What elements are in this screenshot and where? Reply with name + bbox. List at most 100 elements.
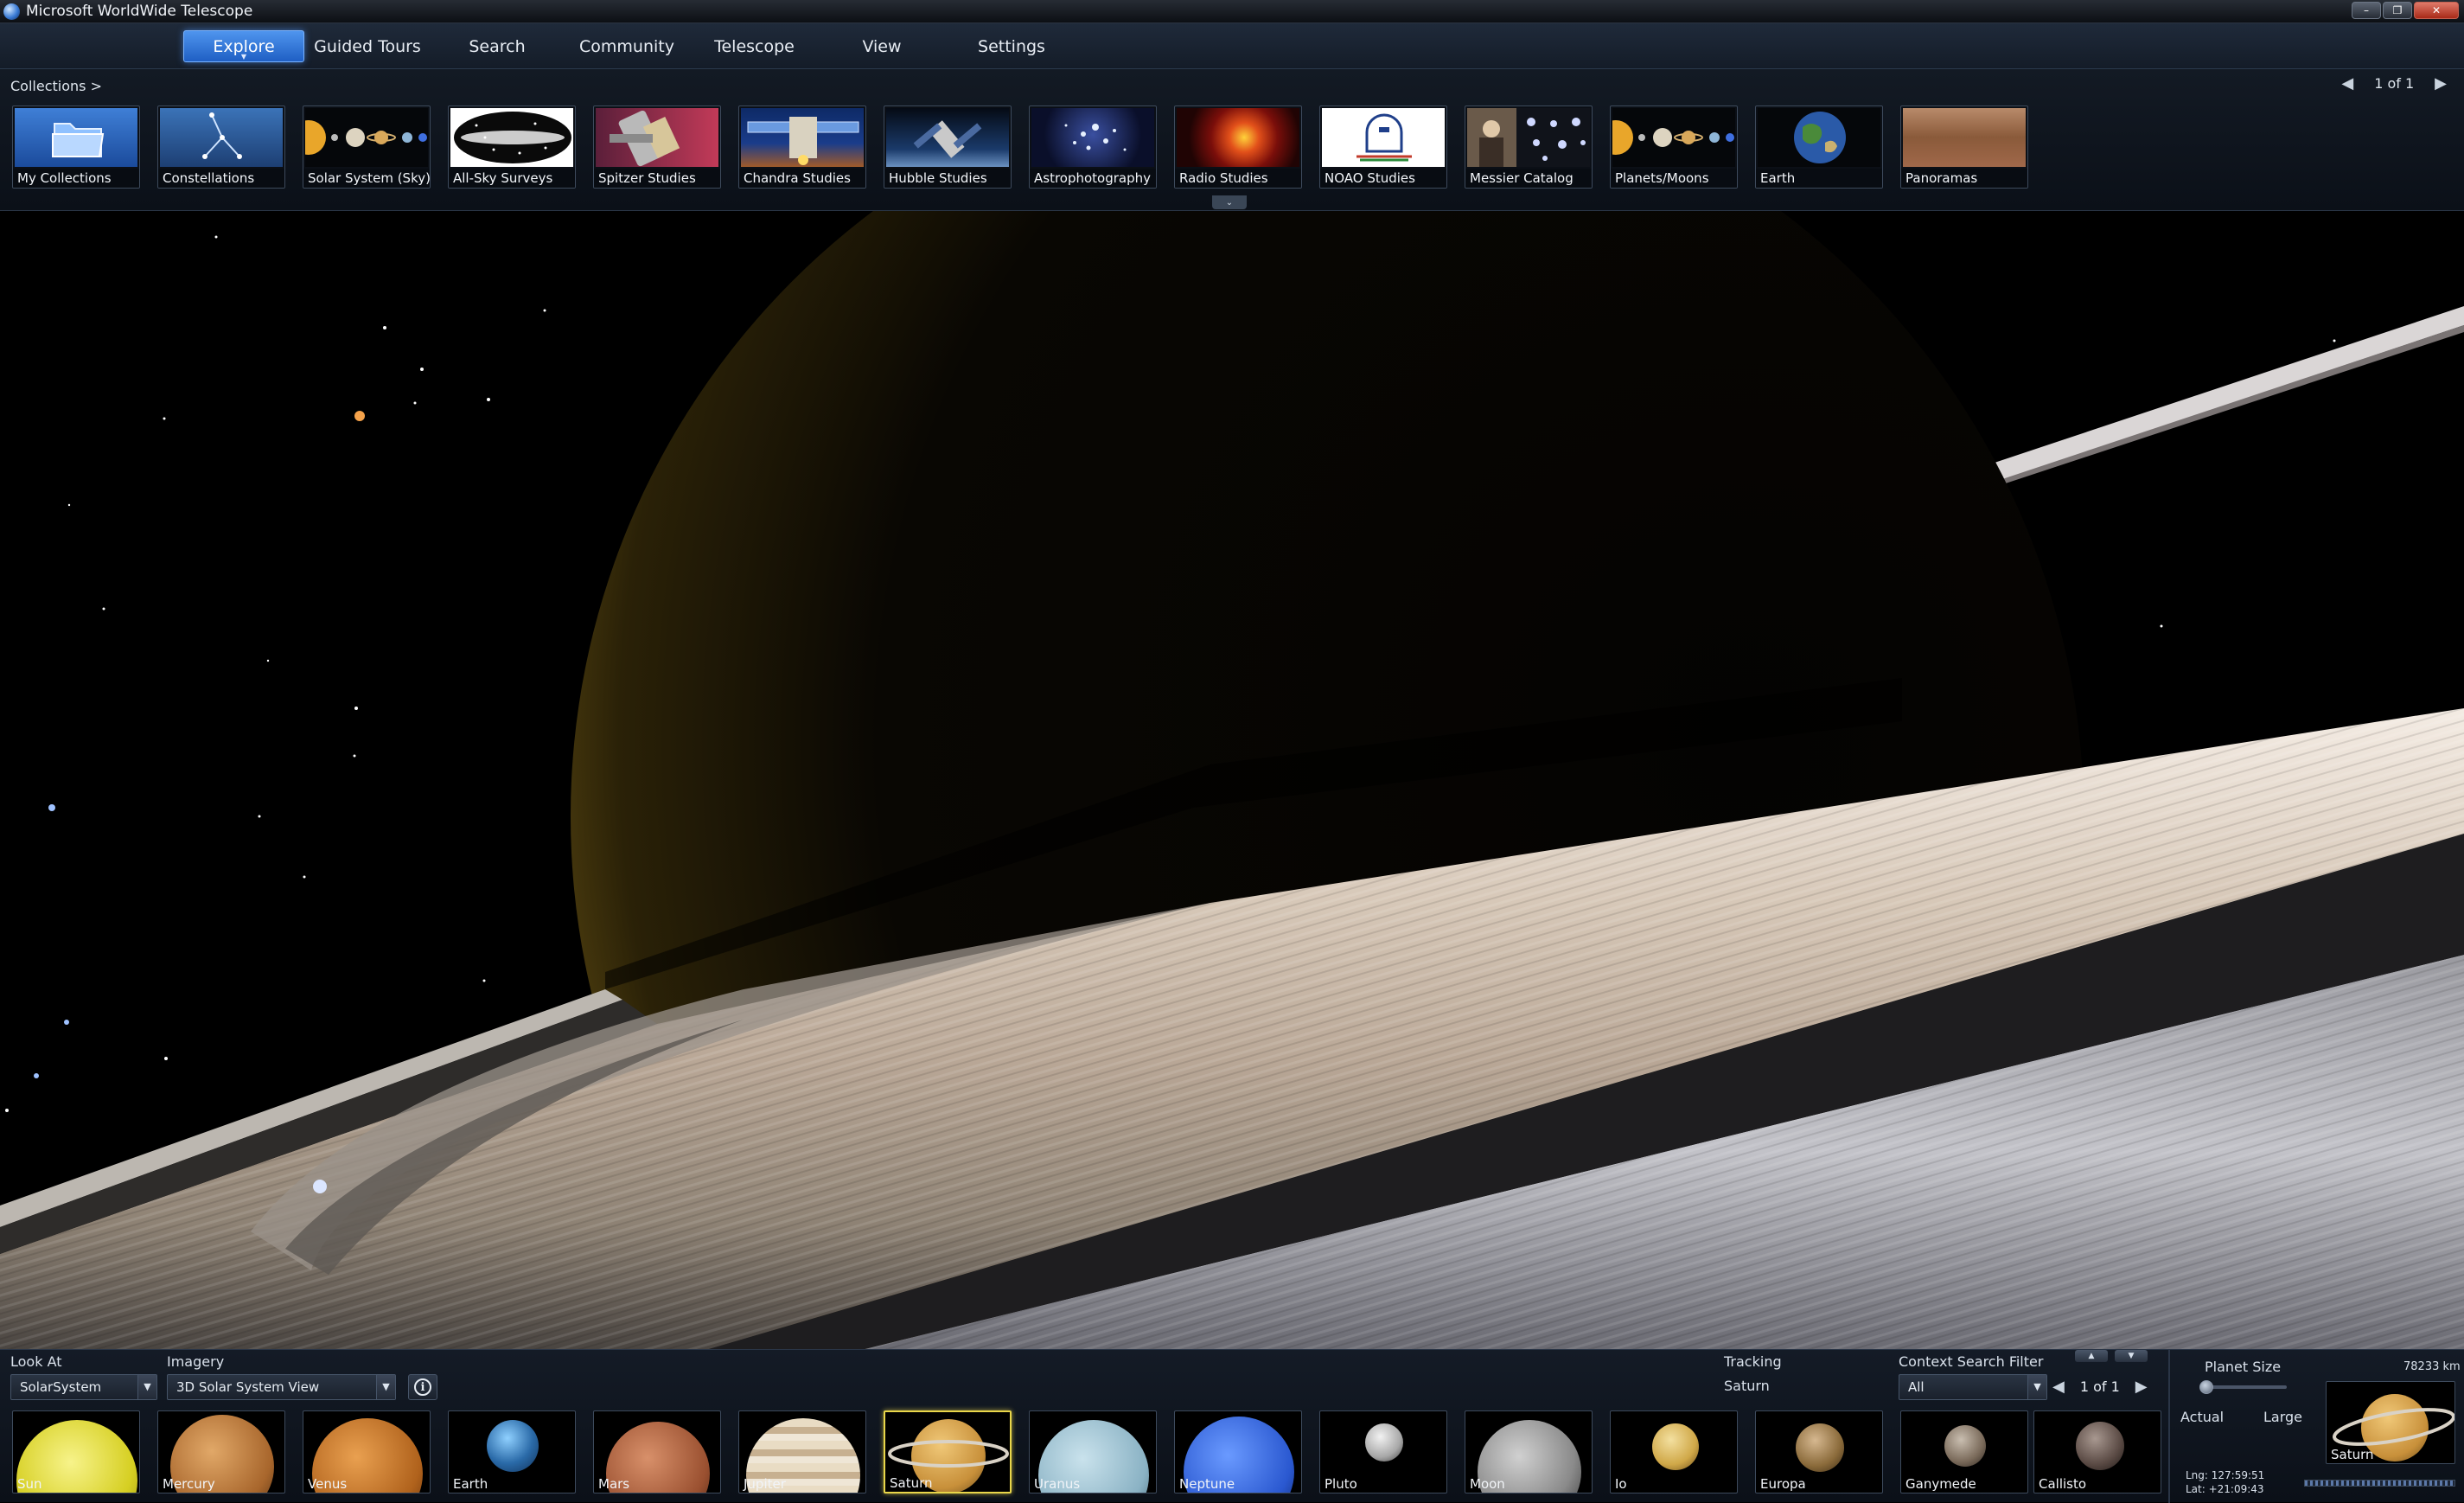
look-at-select[interactable]: SolarSystem ▼ bbox=[10, 1374, 157, 1400]
collection-all-sky-surveys[interactable]: All-Sky Surveys bbox=[448, 106, 576, 189]
ganymede-icon bbox=[1944, 1425, 1986, 1467]
collection-label: My Collections bbox=[13, 169, 139, 188]
next-page-icon[interactable]: ▶ bbox=[2135, 1378, 2148, 1396]
collection-messier-catalog[interactable]: Messier Catalog bbox=[1465, 106, 1593, 189]
messier-portrait-icon bbox=[1467, 108, 1590, 167]
noao-logo-icon bbox=[1322, 108, 1445, 167]
next-page-icon[interactable]: ▶ bbox=[2435, 74, 2447, 93]
title-bar: Microsoft WorldWide Telescope – ❐ ✕ bbox=[0, 0, 2464, 23]
planet-thumb-mars[interactable]: Mars bbox=[593, 1410, 721, 1493]
pluto-icon bbox=[1365, 1423, 1403, 1461]
tracking-value: Saturn bbox=[1724, 1378, 1770, 1394]
solar-system-icon bbox=[303, 108, 428, 167]
minimize-button[interactable]: – bbox=[2352, 2, 2381, 19]
planet-label: Mercury bbox=[163, 1476, 215, 1492]
collection-astrophotography[interactable]: Astrophotography bbox=[1029, 106, 1157, 189]
collection-label: Earth bbox=[1756, 169, 1882, 188]
planet-size-min-label: Actual bbox=[2180, 1409, 2225, 1425]
prev-page-icon[interactable]: ◀ bbox=[2052, 1378, 2065, 1396]
planet-label: Neptune bbox=[1179, 1476, 1235, 1492]
scroll-down-icon[interactable]: ▼ bbox=[2115, 1350, 2148, 1362]
planet-label: Moon bbox=[1470, 1476, 1505, 1492]
menu-telescope[interactable]: Telescope bbox=[700, 30, 808, 62]
planet-size-slider-thumb[interactable] bbox=[2199, 1380, 2213, 1394]
imagery-select[interactable]: 3D Solar System View ▼ bbox=[167, 1374, 396, 1400]
current-object-thumb[interactable]: Saturn bbox=[2326, 1381, 2455, 1464]
planet-thumb-mercury[interactable]: Mercury bbox=[157, 1410, 285, 1493]
wwt-logo-icon bbox=[3, 3, 20, 20]
planet-size-slider-track[interactable] bbox=[2200, 1385, 2287, 1389]
moon-dot bbox=[313, 1180, 327, 1193]
collection-earth[interactable]: Earth bbox=[1755, 106, 1883, 189]
window-controls: – ❐ ✕ bbox=[2352, 2, 2459, 19]
planet-thumb-neptune[interactable]: Neptune bbox=[1174, 1410, 1302, 1493]
menu-explore[interactable]: Explore ▼ bbox=[183, 30, 304, 62]
collection-radio-studies[interactable]: Radio Studies bbox=[1174, 106, 1302, 189]
planet-label: Ganymede bbox=[1905, 1476, 1976, 1492]
saturn-rendering bbox=[0, 211, 2464, 1349]
planet-thumb-europa[interactable]: Europa bbox=[1755, 1410, 1883, 1493]
info-button[interactable]: i bbox=[408, 1374, 437, 1400]
collection-panoramas[interactable]: Panoramas bbox=[1900, 106, 2028, 189]
imagery-label: Imagery bbox=[167, 1353, 225, 1370]
planet-thumb-moon[interactable]: Moon bbox=[1465, 1410, 1593, 1493]
context-page-indicator: 1 of 1 bbox=[2079, 1378, 2120, 1395]
planet-label: Saturn bbox=[890, 1475, 933, 1491]
menu-community[interactable]: Community bbox=[571, 30, 683, 62]
planet-label: Earth bbox=[453, 1476, 488, 1492]
planet-thumb-io[interactable]: Io bbox=[1610, 1410, 1738, 1493]
longitude-readout: Lng: 127:59:51 bbox=[2186, 1469, 2265, 1481]
collection-label: All-Sky Surveys bbox=[449, 169, 575, 188]
chevron-down-icon: ▼ bbox=[376, 1375, 395, 1399]
collection-label: Panoramas bbox=[1901, 169, 2027, 188]
planet-thumb-venus[interactable]: Venus bbox=[303, 1410, 431, 1493]
tracking-label: Tracking bbox=[1724, 1353, 1782, 1370]
collection-spitzer-studies[interactable]: Spitzer Studies bbox=[593, 106, 721, 189]
collection-my-collections[interactable]: My Collections bbox=[12, 106, 140, 189]
collection-hubble-studies[interactable]: Hubble Studies bbox=[884, 106, 1012, 189]
planet-label: Jupiter bbox=[744, 1476, 786, 1492]
collection-constellations[interactable]: Constellations bbox=[157, 106, 285, 189]
planet-thumb-earth[interactable]: Earth bbox=[448, 1410, 576, 1493]
breadcrumb[interactable]: Collections > bbox=[10, 78, 102, 94]
planet-label: Sun bbox=[17, 1476, 42, 1492]
menu-view[interactable]: View bbox=[847, 30, 916, 62]
collection-noao-studies[interactable]: NOAO Studies bbox=[1319, 106, 1447, 189]
menu-search[interactable]: Search bbox=[450, 30, 545, 62]
collection-label: Hubble Studies bbox=[884, 169, 1011, 188]
prev-page-icon[interactable]: ◀ bbox=[2341, 74, 2353, 93]
folder-icon bbox=[15, 108, 137, 167]
collection-label: Constellations bbox=[158, 169, 284, 188]
planet-thumb-ganymede[interactable]: Ganymede bbox=[1900, 1410, 2028, 1493]
restore-button[interactable]: ❐ bbox=[2383, 2, 2412, 19]
planet-thumb-callisto[interactable]: Callisto bbox=[2033, 1410, 2161, 1493]
collection-chandra-studies[interactable]: Chandra Studies bbox=[738, 106, 866, 189]
context-filter-label: Context Search Filter bbox=[1899, 1353, 2044, 1370]
radio-nebula-icon bbox=[1177, 108, 1299, 167]
menu-settings[interactable]: Settings bbox=[964, 30, 1059, 62]
planet-thumb-sun[interactable]: Sun bbox=[12, 1410, 140, 1493]
planet-label: Io bbox=[1615, 1476, 1627, 1492]
scroll-up-icon[interactable]: ▲ bbox=[2075, 1350, 2108, 1362]
planet-label: Venus bbox=[308, 1476, 348, 1492]
context-filter-select[interactable]: All ▼ bbox=[1899, 1374, 2047, 1400]
collection-planets-moons[interactable]: Planets/Moons bbox=[1610, 106, 1738, 189]
hubble-telescope-icon bbox=[886, 108, 1009, 167]
collection-label: Radio Studies bbox=[1175, 169, 1301, 188]
imagery-value: 3D Solar System View bbox=[176, 1379, 320, 1395]
planet-thumb-jupiter[interactable]: Jupiter bbox=[738, 1410, 866, 1493]
collection-label: Chandra Studies bbox=[739, 169, 865, 188]
collapse-pane-button[interactable]: ⌄ bbox=[1212, 195, 1247, 209]
close-button[interactable]: ✕ bbox=[2414, 2, 2459, 19]
menu-explore-caret-icon: ▼ bbox=[240, 53, 247, 61]
planet-label: Europa bbox=[1760, 1476, 1806, 1492]
planet-label: Mars bbox=[598, 1476, 630, 1492]
planet-thumb-pluto[interactable]: Pluto bbox=[1319, 1410, 1447, 1493]
planet-thumb-uranus[interactable]: Uranus bbox=[1029, 1410, 1157, 1493]
chevron-down-icon: ▼ bbox=[137, 1375, 156, 1399]
planet-thumb-saturn[interactable]: Saturn bbox=[884, 1410, 1012, 1493]
sky-view[interactable] bbox=[0, 211, 2464, 1349]
explore-pager: ◀ 1 of 1 ▶ bbox=[2341, 74, 2447, 93]
menu-guided-tours[interactable]: Guided Tours bbox=[311, 30, 424, 62]
collection-solar-system-sky[interactable]: Solar System (Sky) bbox=[303, 106, 431, 189]
